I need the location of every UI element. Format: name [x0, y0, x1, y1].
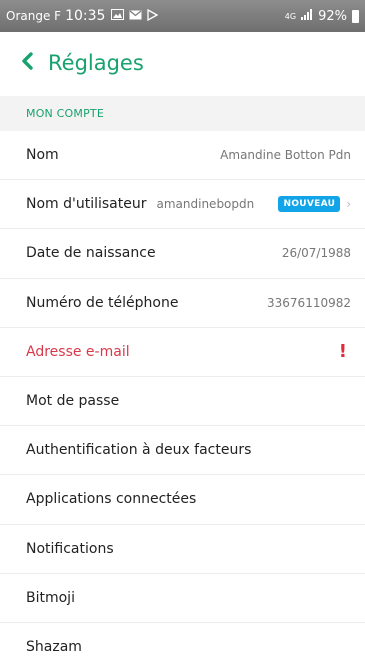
gallery-icon	[111, 9, 125, 23]
row-label: Nom d'utilisateur	[26, 196, 147, 213]
row-two-factor[interactable]: Authentification à deux facteurs	[0, 426, 365, 476]
row-phone[interactable]: Numéro de téléphone 33676110982	[0, 279, 365, 328]
new-badge: NOUVEAU	[278, 196, 341, 213]
status-right: 4G 92%	[284, 8, 359, 24]
status-bar: Orange F 10:35 4G 92%	[0, 0, 365, 32]
row-username[interactable]: Nom d'utilisateur amandinebopdn NOUVEAU …	[0, 180, 365, 230]
alert-icon: !	[338, 341, 347, 363]
header: Réglages	[0, 32, 365, 94]
chevron-left-icon[interactable]	[20, 51, 40, 75]
page-title: Réglages	[48, 51, 144, 75]
play-store-icon	[147, 8, 159, 24]
mail-icon	[129, 9, 142, 23]
row-label: Bitmoji	[26, 589, 75, 606]
battery-percent: 92%	[318, 8, 347, 24]
battery-icon	[352, 9, 359, 23]
row-value: amandinebopdn	[156, 197, 255, 212]
chevron-right-icon: ›	[346, 197, 351, 212]
row-label: Authentification à deux facteurs	[26, 442, 252, 459]
signal-icon	[301, 8, 313, 24]
row-label: Shazam	[26, 639, 82, 656]
row-label: Notifications	[26, 540, 114, 557]
row-label: Adresse e-mail	[26, 343, 130, 360]
row-name[interactable]: Nom Amandine Botton Pdn	[0, 131, 365, 181]
row-value: Amandine Botton Pdn	[220, 148, 351, 163]
row-label: Date de naissance	[26, 245, 156, 262]
row-email[interactable]: Adresse e-mail !	[0, 328, 365, 377]
clock-time: 10:35	[65, 8, 106, 24]
row-label: Applications connectées	[26, 491, 197, 508]
carrier-label: Orange F	[6, 9, 62, 23]
row-label: Mot de passe	[26, 393, 120, 410]
row-notifications[interactable]: Notifications	[0, 525, 365, 574]
row-shazam[interactable]: Shazam	[0, 623, 365, 657]
row-birthdate[interactable]: Date de naissance 26/07/1988	[0, 229, 365, 279]
section-header: MON COMPTE	[0, 96, 365, 131]
row-bitmoji[interactable]: Bitmoji	[0, 574, 365, 623]
row-password[interactable]: Mot de passe	[0, 377, 365, 427]
row-connected-apps[interactable]: Applications connectées	[0, 475, 365, 525]
row-label: Nom	[26, 147, 59, 164]
row-label: Numéro de téléphone	[26, 294, 179, 311]
row-value: 26/07/1988	[281, 246, 351, 261]
settings-list: Nom Amandine Botton Pdn Nom d'utilisateu…	[0, 131, 365, 657]
notification-icons	[111, 8, 159, 24]
section-title: MON COMPTE	[26, 107, 105, 120]
network-type: 4G	[284, 11, 297, 21]
row-value: 33676110982	[267, 295, 351, 310]
